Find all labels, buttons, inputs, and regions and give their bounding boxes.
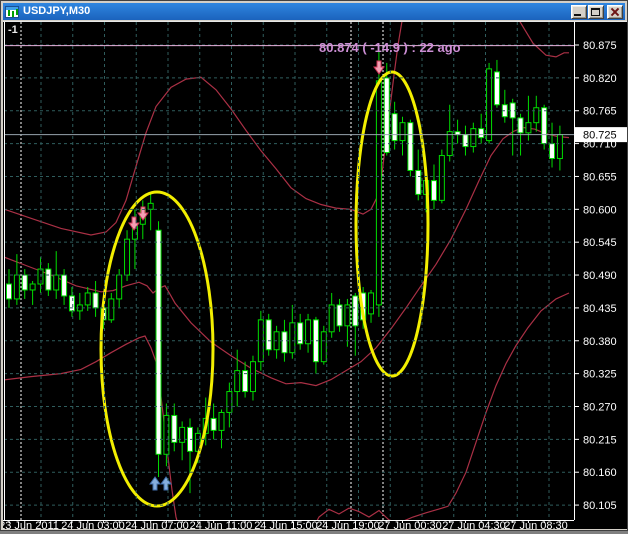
candle-body — [290, 323, 295, 353]
candle-body — [22, 275, 27, 290]
candle-body — [54, 275, 59, 290]
candle-body — [487, 69, 492, 141]
maximize-button[interactable] — [588, 5, 604, 19]
minimize-icon — [574, 14, 581, 16]
time-axis-label: 24 Jun 19:00 — [316, 520, 380, 529]
candle-body — [62, 275, 67, 296]
price-axis-label: 80.435 — [583, 303, 617, 315]
price-axis-label: 80.765 — [583, 106, 617, 118]
window-title: USDJPY,M30 — [23, 3, 570, 20]
candle-body — [329, 305, 334, 332]
candle-body — [250, 362, 255, 392]
time-axis-label: 24 Jun 07:00 — [125, 520, 189, 529]
candle-body — [125, 239, 130, 275]
candle-body — [69, 296, 74, 311]
chart-shift-label: -1 — [8, 24, 18, 36]
candle-body — [117, 275, 122, 299]
candle-body — [180, 427, 185, 442]
price-axis-label: 80.600 — [583, 204, 617, 216]
candle-body — [219, 412, 224, 430]
measure-annotation: 80.874 ( -14.9 ) : 22 ago — [319, 40, 461, 55]
price-axis-label: 80.105 — [583, 500, 617, 512]
price-axis-label: 80.215 — [583, 434, 617, 446]
candle-body — [211, 418, 216, 430]
candle-body — [392, 114, 397, 141]
candle-body — [172, 415, 177, 442]
close-button[interactable] — [607, 5, 623, 19]
time-axis-label: 24 Jun 15:00 — [254, 520, 318, 529]
chart-area: -1 80.874 ( -14.9 ) : 22 ago 80.875 80.820 8… — [3, 21, 627, 529]
candle-body — [14, 275, 19, 299]
candle-body — [463, 135, 468, 147]
candle-body — [542, 108, 547, 144]
candle-body — [266, 320, 271, 350]
price-axis-label: 80.875 — [583, 40, 617, 52]
candle-body — [148, 203, 153, 209]
candle-body — [30, 284, 35, 290]
price-axis-label: 80.820 — [583, 73, 617, 85]
price-axis-label: 80.160 — [583, 467, 617, 479]
candle-body — [439, 156, 444, 201]
candle-body — [408, 123, 413, 171]
time-axis-label: 27 Jun 00:30 — [378, 520, 442, 529]
time-axis-label: 24 Jun 11:00 — [190, 520, 253, 529]
candle-body — [518, 118, 523, 133]
candle-body — [376, 81, 381, 305]
candle-body — [494, 72, 499, 105]
price-axis-label: 80.490 — [583, 270, 617, 282]
candle-body — [534, 108, 539, 123]
price-axis-label: 80.325 — [583, 369, 617, 381]
candle-body — [306, 320, 311, 344]
price-axis-label: 80.655 — [583, 171, 617, 183]
candle-body — [353, 296, 358, 326]
candle-body — [46, 269, 51, 290]
candle-body — [321, 332, 326, 362]
minimize-button[interactable] — [571, 5, 587, 19]
candle-body — [557, 135, 562, 159]
candle-body — [416, 170, 421, 194]
candle-body — [156, 230, 161, 454]
time-axis-label: 23 Jun 2011 — [3, 520, 59, 529]
time-axis: 23 Jun 201124 Jun 03:0024 Jun 07:0024 Ju… — [3, 520, 568, 529]
candle-body — [369, 293, 374, 314]
candle-body — [282, 332, 287, 353]
candle-body — [109, 299, 114, 320]
price-axis-label: 80.380 — [583, 336, 617, 348]
current-price-label: 80.725 — [583, 130, 617, 142]
candle-body — [400, 123, 405, 141]
candle-body — [85, 293, 90, 305]
title-bar[interactable]: USDJPY,M30 — [3, 3, 625, 20]
candle-body — [38, 269, 43, 284]
candle-body — [526, 123, 531, 133]
chart-canvas[interactable]: -1 80.874 ( -14.9 ) : 22 ago 80.875 80.820 8… — [3, 21, 627, 529]
candle-body — [7, 284, 12, 299]
price-axis-label: 80.270 — [583, 401, 617, 413]
price-axis-label: 80.545 — [583, 237, 617, 249]
chart-window-icon — [5, 6, 19, 18]
candle-body — [479, 129, 484, 138]
candle-body — [93, 293, 98, 308]
candle-body — [431, 181, 436, 201]
maximize-icon — [591, 8, 600, 16]
chart-window: USDJPY,M30 -1 80.874 ( -14.9 ) : 22 ago 80… — [0, 0, 628, 531]
time-axis-label: 27 Jun 04:30 — [442, 520, 506, 529]
candle-body — [550, 144, 555, 159]
time-axis-label: 24 Jun 03:00 — [61, 520, 125, 529]
candle-body — [384, 78, 389, 153]
time-axis-label: 27 Jun 08:30 — [504, 520, 568, 529]
